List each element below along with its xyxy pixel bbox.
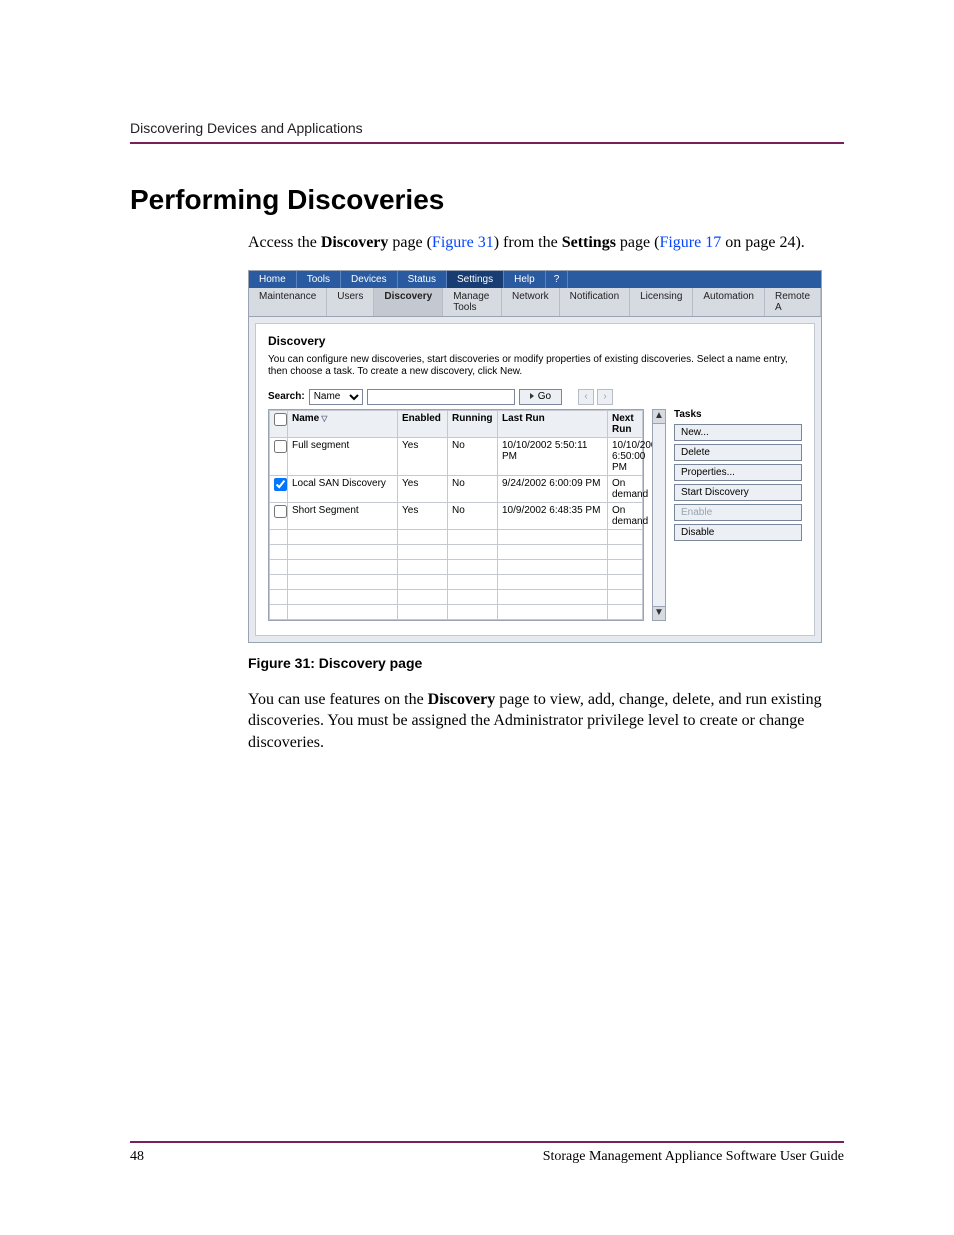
cell-enabled: Yes (398, 437, 448, 475)
subtab-users[interactable]: Users (327, 288, 374, 316)
search-field-select[interactable]: Name (309, 389, 363, 405)
intro-paragraph: Access the Discovery page (Figure 31) fr… (248, 232, 844, 254)
secondary-tabbar: MaintenanceUsersDiscoveryManage ToolsNet… (249, 288, 821, 317)
table-row[interactable]: Full segmentYesNo10/10/2002 5:50:11 PM10… (270, 437, 643, 475)
tab-help[interactable]: Help (504, 271, 546, 288)
subtab-manage-tools[interactable]: Manage Tools (443, 288, 502, 316)
subtab-remote-a[interactable]: Remote A (765, 288, 821, 316)
row-checkbox[interactable] (274, 440, 287, 453)
task-enable-button: Enable (674, 504, 802, 521)
table-row-empty (270, 529, 643, 544)
figure-caption: Figure 31: Discovery page (248, 655, 844, 671)
cell-name: Local SAN Discovery (288, 475, 398, 502)
section-heading: Performing Discoveries (130, 184, 844, 216)
table-row-empty (270, 559, 643, 574)
search-label: Search: (268, 391, 305, 402)
select-all-checkbox[interactable] (274, 413, 287, 426)
text-bold: Settings (562, 234, 616, 251)
text-bold: Discovery (428, 691, 496, 708)
page-number: 48 (130, 1149, 144, 1165)
select-all-header[interactable] (270, 410, 288, 437)
row-checkbox[interactable] (274, 505, 287, 518)
column-header-next-run[interactable]: Next Run (608, 410, 643, 437)
discovery-page-screenshot: HomeToolsDevicesStatusSettingsHelp? Main… (248, 270, 822, 643)
task-new-button[interactable]: New... (674, 424, 802, 441)
tab-tools[interactable]: Tools (297, 271, 341, 288)
page-next-button[interactable]: › (597, 389, 613, 405)
subtab-discovery[interactable]: Discovery (374, 288, 443, 316)
tasks-panel: Tasks New... Delete Properties... Start Dis… (674, 409, 802, 621)
task-start-discovery-button[interactable]: Start Discovery (674, 484, 802, 501)
panel-title: Discovery (268, 334, 802, 348)
cell-name: Short Segment (288, 502, 398, 529)
cell-last-run: 10/9/2002 6:48:35 PM (498, 502, 608, 529)
scroll-up-icon[interactable]: ▲ (653, 410, 665, 424)
page-footer: 48 Storage Management Appliance Software… (130, 1141, 844, 1165)
search-input[interactable] (367, 389, 515, 405)
text: ) from the (494, 234, 562, 251)
running-head: Discovering Devices and Applications (130, 120, 844, 144)
figure-17-link[interactable]: Figure 17 (659, 234, 721, 251)
table-row-empty (270, 544, 643, 559)
text-bold: Discovery (321, 234, 389, 251)
column-header-last-run[interactable]: Last Run (498, 410, 608, 437)
tab-status[interactable]: Status (398, 271, 447, 288)
subtab-licensing[interactable]: Licensing (630, 288, 693, 316)
text: You can use features on the (248, 691, 428, 708)
discovery-panel: Discovery You can configure new discover… (255, 323, 815, 636)
text: page ( (616, 234, 660, 251)
table-scrollbar[interactable]: ▲ ▼ (652, 409, 666, 621)
cell-running: No (448, 437, 498, 475)
go-label: Go (538, 391, 551, 402)
cell-next-run: On demand (608, 502, 643, 529)
panel-description: You can configure new discoveries, start… (268, 354, 802, 379)
table-row[interactable]: Short SegmentYesNo10/9/2002 6:48:35 PMOn… (270, 502, 643, 529)
pagination-controls: ‹ › (578, 389, 613, 405)
discoveries-table: Name▽EnabledRunningLast RunNext Run Full… (268, 409, 644, 621)
cell-enabled: Yes (398, 502, 448, 529)
cell-running: No (448, 475, 498, 502)
text: on page 24). (721, 234, 805, 251)
tasks-title: Tasks (674, 409, 802, 420)
text: page ( (388, 234, 432, 251)
page-prev-button[interactable]: ‹ (578, 389, 594, 405)
task-disable-button[interactable]: Disable (674, 524, 802, 541)
followup-paragraph: You can use features on the Discovery pa… (248, 689, 844, 754)
text: Access the (248, 234, 321, 251)
table-row-empty (270, 574, 643, 589)
cell-running: No (448, 502, 498, 529)
table-row-empty (270, 604, 643, 619)
cell-next-run: On demand (608, 475, 643, 502)
cell-enabled: Yes (398, 475, 448, 502)
go-button[interactable]: Go (519, 389, 562, 405)
search-bar: Search: Name Go ‹ › (268, 389, 802, 405)
sort-asc-icon: ▽ (321, 414, 327, 423)
subtab-notification[interactable]: Notification (560, 288, 630, 316)
task-delete-button[interactable]: Delete (674, 444, 802, 461)
cell-name: Full segment (288, 437, 398, 475)
scroll-down-icon[interactable]: ▼ (653, 606, 665, 620)
column-header-enabled[interactable]: Enabled (398, 410, 448, 437)
subtab-maintenance[interactable]: Maintenance (249, 288, 327, 316)
table-row-empty (270, 589, 643, 604)
subtab-automation[interactable]: Automation (693, 288, 765, 316)
figure-31-link[interactable]: Figure 31 (432, 234, 494, 251)
cell-last-run: 10/10/2002 5:50:11 PM (498, 437, 608, 475)
column-header-running[interactable]: Running (448, 410, 498, 437)
table-row[interactable]: Local SAN DiscoveryYesNo9/24/2002 6:00:0… (270, 475, 643, 502)
cell-last-run: 9/24/2002 6:00:09 PM (498, 475, 608, 502)
tab-home[interactable]: Home (249, 271, 297, 288)
cell-next-run: 10/10/2002 6:50:00 PM (608, 437, 643, 475)
tab-help-icon[interactable]: ? (546, 271, 569, 288)
task-properties-button[interactable]: Properties... (674, 464, 802, 481)
column-header-name[interactable]: Name▽ (288, 410, 398, 437)
primary-tabbar: HomeToolsDevicesStatusSettingsHelp? (249, 271, 821, 288)
tab-settings[interactable]: Settings (447, 271, 504, 288)
play-icon (530, 393, 534, 399)
tab-devices[interactable]: Devices (341, 271, 398, 288)
doc-title: Storage Management Appliance Software Us… (543, 1149, 844, 1165)
subtab-network[interactable]: Network (502, 288, 560, 316)
row-checkbox[interactable] (274, 478, 287, 491)
